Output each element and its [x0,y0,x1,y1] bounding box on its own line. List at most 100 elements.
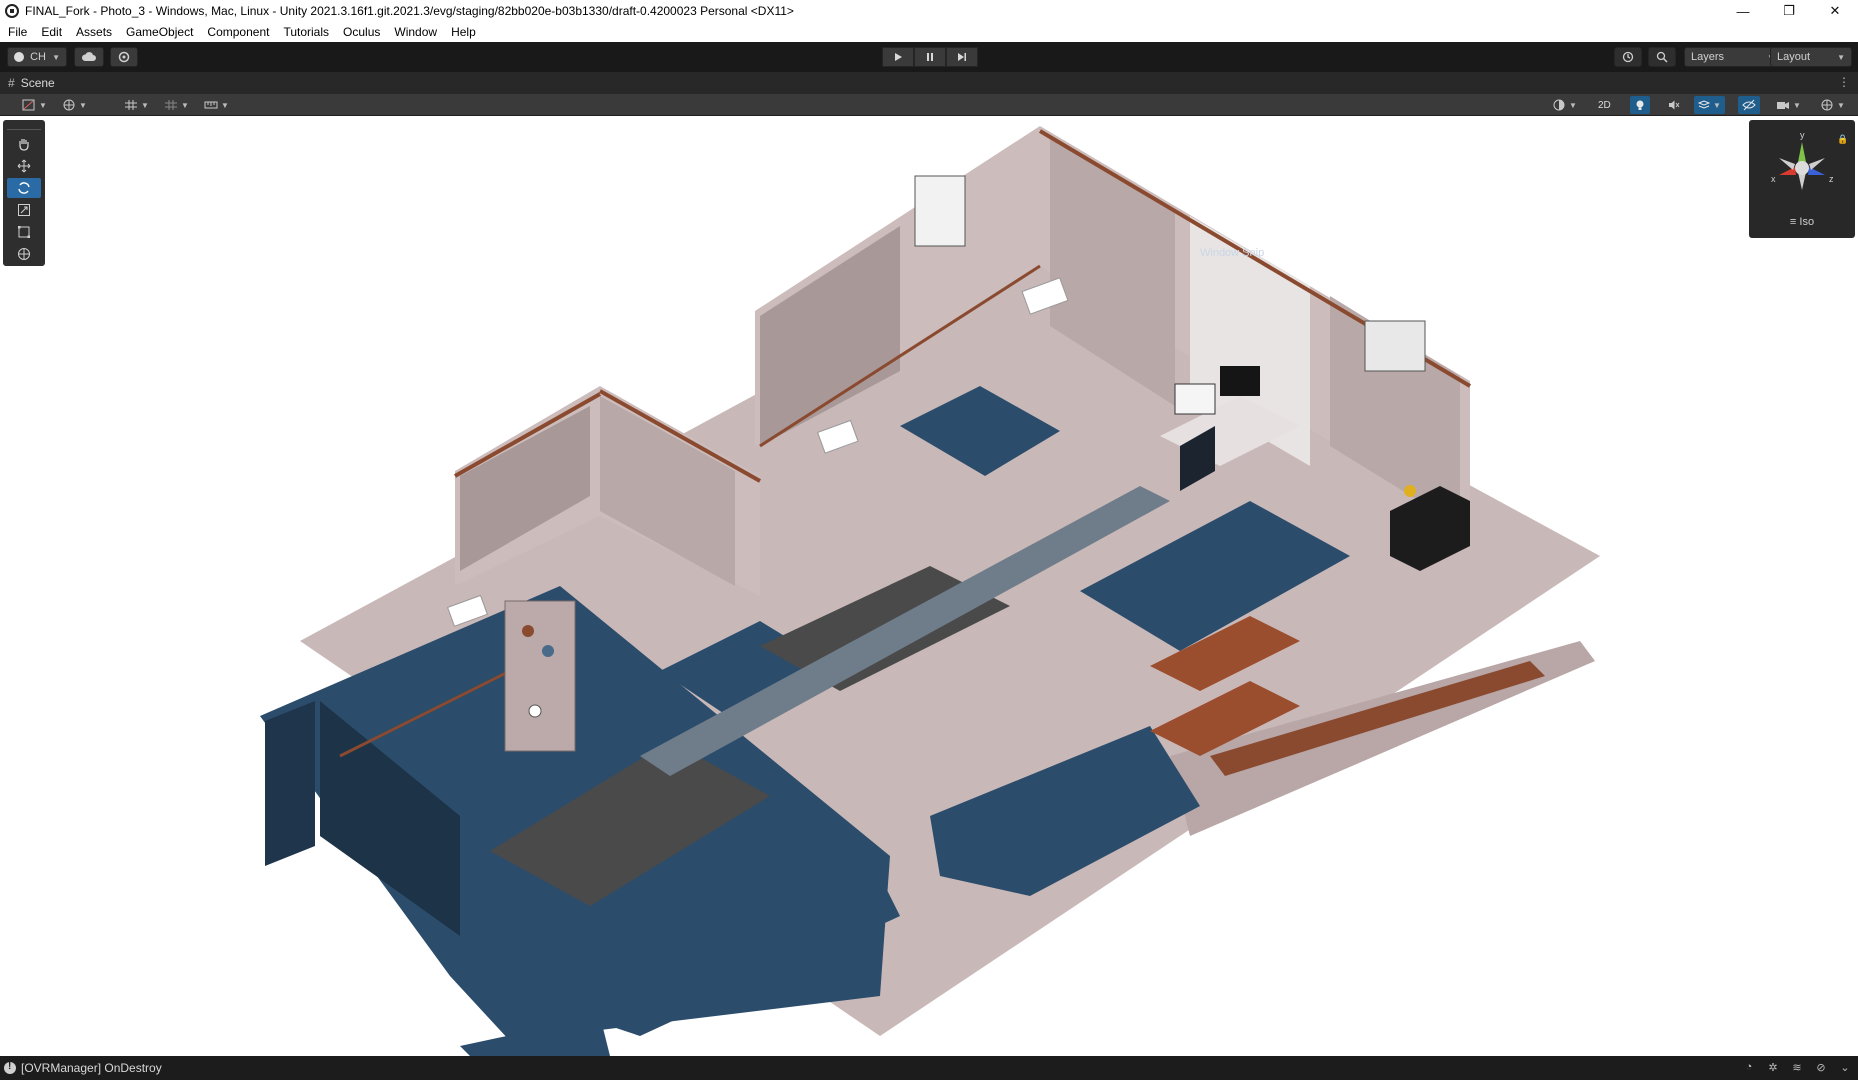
menu-oculus[interactable]: Oculus [343,25,380,39]
menu-tutorials[interactable]: Tutorials [283,25,329,39]
layers-stack-icon[interactable]: ≋ [1790,1060,1804,1074]
hand-tool-button[interactable] [7,134,41,154]
effects-dropdown[interactable]: ▼ [1694,96,1725,114]
bug-icon[interactable]: ✲ [1766,1060,1780,1074]
orientation-gizmo[interactable]: 🔒 y x z ≡ Iso [1749,120,1855,238]
minimize-button[interactable]: — [1720,0,1766,22]
palette-grip[interactable] [7,124,41,130]
draw-mode-dropdown[interactable]: ▼ [18,96,51,114]
search-button[interactable] [1648,47,1676,67]
collapse-icon[interactable]: ⌄ [1838,1060,1852,1074]
chevron-down-icon: ▼ [52,52,60,62]
globe-icon [63,99,75,111]
pause-icon [927,53,933,61]
menu-help[interactable]: Help [451,25,476,39]
hand-icon [19,139,29,151]
projection-label: Iso [1799,216,1815,228]
progress-icon[interactable]: ◔ [1742,1060,1756,1074]
chevron-down-icon: ▼ [1837,100,1845,110]
console-message[interactable]: [OVRManager] OnDestroy [21,1061,162,1075]
move-tool-button[interactable] [7,156,41,176]
unity-logo-icon [5,4,19,18]
camera-settings-dropdown[interactable]: ▼ [1772,96,1805,114]
no-signal-icon[interactable]: ⊘ [1814,1060,1828,1074]
account-icon [14,52,24,62]
projection-toggle[interactable]: ≡ Iso [1749,216,1855,228]
layout-dropdown[interactable]: Layout ▼ [1770,47,1852,67]
view-2d-label: 2D [1598,99,1611,111]
vertex-snap-dropdown[interactable]: ▼ [200,96,233,114]
audio-toggle[interactable] [1664,96,1684,114]
scale-tool-button[interactable] [7,200,41,220]
chevron-down-icon: ▼ [1793,100,1801,110]
global-local-dropdown[interactable]: ▼ [58,96,91,114]
play-icon [895,53,902,61]
scene-viewport[interactable]: Window Snip [0,116,1858,1056]
transform-tool-button[interactable] [7,244,41,264]
chevron-down-icon: ▼ [1713,100,1721,110]
playmode-controls [882,47,978,67]
camera-icon [1777,102,1789,109]
svg-text:z: z [1829,174,1834,184]
svg-text:x: x [1771,174,1776,184]
collab-button[interactable] [110,47,138,67]
move-arrows-icon [17,159,31,173]
step-button[interactable] [946,47,978,67]
ruler-icon [204,101,218,109]
main-toolbar: CH ▼ Layers ▼ Layout ▼ [0,42,1858,72]
cloud-icon [81,52,96,61]
menu-component[interactable]: Component [207,25,269,39]
undo-history-button[interactable] [1614,47,1642,67]
menu-edit[interactable]: Edit [41,25,62,39]
transform-icon [18,248,30,260]
scene-visibility-toggle[interactable] [1738,96,1760,114]
maximize-button[interactable]: ❐ [1766,0,1812,22]
gizmos-dropdown[interactable]: ▼ [1816,96,1849,114]
menu-file[interactable]: File [8,25,27,39]
lightbulb-icon [1636,100,1644,110]
rect-transform-icon [18,226,30,238]
effects-layers-icon [1698,100,1710,109]
grid-snap-icon [125,100,137,110]
eye-hidden-icon [1742,99,1756,111]
snap-increment-dropdown[interactable]: ▼ [160,96,193,114]
chevron-down-icon: ▼ [39,100,47,110]
step-icon [958,53,966,61]
svg-text:🔒: 🔒 [1837,134,1848,144]
scale-icon [18,204,30,216]
layers-dropdown[interactable]: Layers ▼ [1684,47,1782,67]
title-bar: FINAL_Fork - Photo_3 - Windows, Mac, Lin… [0,0,1858,22]
shading-mode-dropdown[interactable]: ▼ [1548,96,1581,114]
rotate-tool-button[interactable] [7,178,41,198]
window-snip-label: Window Snip [1200,247,1264,259]
scene-tool-palette [3,120,45,266]
info-icon [4,1061,16,1074]
svg-text:y: y [1800,130,1805,140]
scene-toolbar: ▼ ▼ ▼ ▼ ▼ ▼ 2D ▼ ▼ ▼ [0,94,1858,116]
pause-button[interactable] [914,47,946,67]
chevron-down-icon: ▼ [181,100,189,110]
scene-tab-bar: # Scene ⋮ [0,72,1858,94]
axis-gizmo-icon: 🔒 y x z [1771,130,1848,190]
menu-assets[interactable]: Assets [76,25,112,39]
search-icon [1656,51,1668,63]
chevron-down-icon: ▼ [1569,100,1577,110]
menu-window[interactable]: Window [394,25,437,39]
rect-tool-button[interactable] [7,222,41,242]
cloud-button[interactable] [74,47,104,67]
account-label: CH [30,51,46,63]
play-button[interactable] [882,47,914,67]
tab-scene[interactable]: Scene [21,76,55,90]
account-dropdown[interactable]: CH ▼ [7,47,67,67]
menu-gameobject[interactable]: GameObject [126,25,193,39]
close-button[interactable]: ✕ [1812,0,1858,22]
scene-lighting-toggle[interactable] [1630,96,1650,114]
shading-sphere-icon [1553,99,1565,111]
gizmos-icon [1821,99,1833,111]
layout-label: Layout [1777,51,1811,63]
menu-lines-icon: ≡ [1789,216,1797,228]
more-options-icon[interactable]: ⋮ [1838,75,1850,89]
toggle-2d-button[interactable]: 2D [1594,96,1615,114]
grid-snapping-toggle[interactable]: ▼ [120,96,153,114]
snap-increment-icon [165,100,177,110]
